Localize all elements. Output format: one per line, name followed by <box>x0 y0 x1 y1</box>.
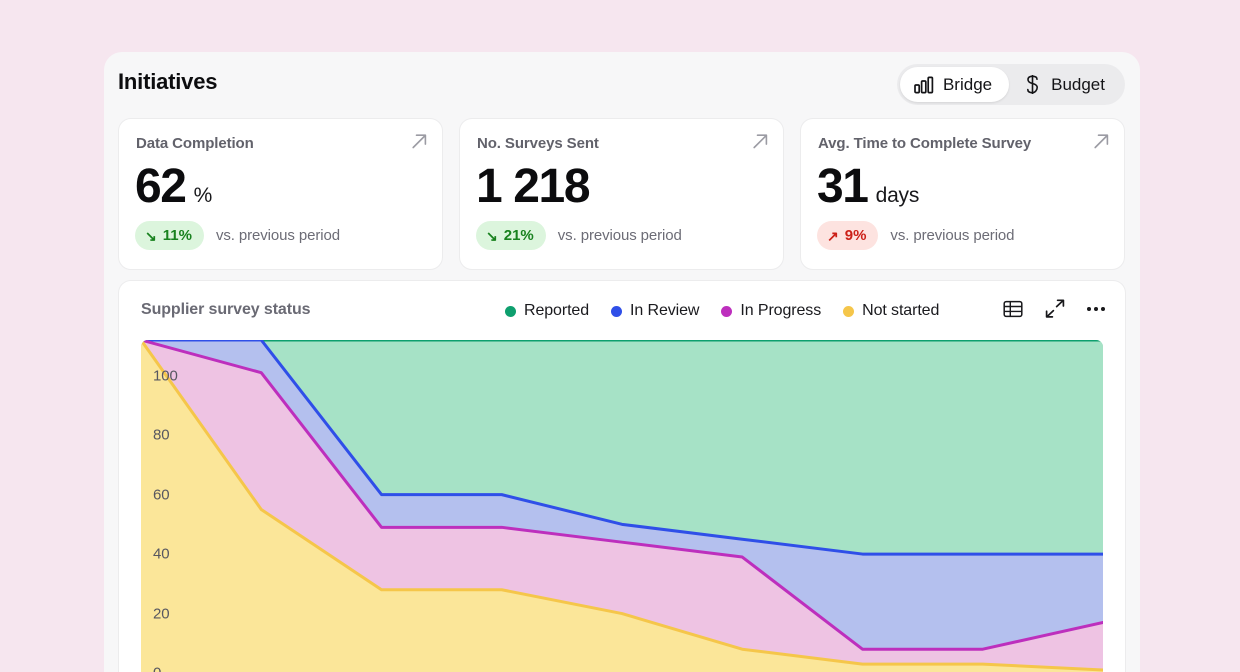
chart-legend: Reported In Review In Progress Not start… <box>505 302 939 320</box>
kpi-label: Avg. Time to Complete Survey <box>818 135 1031 152</box>
stacked-area-plot: 020406080100 <box>141 340 1103 672</box>
kpi-unit: % <box>194 184 212 208</box>
kpi-value-group: 31 days <box>817 163 919 211</box>
kpi-compare-label: vs. previous period <box>890 227 1014 244</box>
initiatives-panel: Initiatives Bridge <box>104 52 1140 672</box>
arrow-up-right-icon: ↗ <box>827 229 839 243</box>
kpi-card-surveys-sent: No. Surveys Sent 1 218 ↘ 21% vs. previou… <box>459 118 784 270</box>
kpi-compare-label: vs. previous period <box>216 227 340 244</box>
panel-header: Initiatives Bridge <box>104 52 1140 114</box>
table-view-icon[interactable] <box>1003 300 1023 318</box>
legend-dot-icon <box>721 306 732 317</box>
legend-dot-icon <box>843 306 854 317</box>
legend-label: In Progress <box>740 302 821 320</box>
kpi-label: Data Completion <box>136 135 254 152</box>
badge-value: 21% <box>504 227 534 244</box>
arrow-down-right-icon: ↘ <box>486 229 498 243</box>
kpi-footer: ↘ 21% vs. previous period <box>476 221 682 250</box>
legend-item-not-started[interactable]: Not started <box>843 302 939 320</box>
kpi-footer: ↗ 9% vs. previous period <box>817 221 1014 250</box>
page-title: Initiatives <box>118 69 217 95</box>
bar-chart-icon <box>914 76 934 94</box>
arrow-down-right-icon: ↘ <box>145 229 157 243</box>
dollar-icon <box>1023 74 1042 95</box>
status-badge: ↗ 9% <box>817 221 878 250</box>
legend-dot-icon <box>505 306 516 317</box>
badge-value: 11% <box>163 227 192 244</box>
kpi-compare-label: vs. previous period <box>558 227 682 244</box>
expand-arrow-icon[interactable] <box>410 133 428 151</box>
legend-item-in-progress[interactable]: In Progress <box>721 302 821 320</box>
status-badge: ↘ 11% <box>135 221 204 250</box>
legend-item-reported[interactable]: Reported <box>505 302 589 320</box>
tab-bridge-label: Bridge <box>943 76 992 93</box>
expand-arrow-icon[interactable] <box>1092 133 1110 151</box>
legend-label: Not started <box>862 302 939 320</box>
plot-svg <box>141 340 1103 672</box>
legend-dot-icon <box>611 306 622 317</box>
kpi-value-group: 62 % <box>135 163 212 211</box>
legend-label: In Review <box>630 302 699 320</box>
kpi-value: 62 <box>135 163 186 211</box>
chart-action-group <box>1003 299 1105 318</box>
tab-bridge[interactable]: Bridge <box>900 67 1009 102</box>
legend-label: Reported <box>524 302 589 320</box>
kpi-card-row: Data Completion 62 % ↘ 11% vs. previous … <box>118 118 1126 270</box>
badge-value: 9% <box>845 227 867 244</box>
status-badge: ↘ 21% <box>476 221 546 250</box>
kpi-value-group: 1 218 <box>476 163 597 211</box>
kpi-label: No. Surveys Sent <box>477 135 599 152</box>
chart-header: Supplier survey status Reported In Revie… <box>119 281 1125 340</box>
kpi-card-avg-time: Avg. Time to Complete Survey 31 days ↗ 9… <box>800 118 1125 270</box>
chart-title: Supplier survey status <box>141 301 310 319</box>
tab-budget[interactable]: Budget <box>1009 67 1122 102</box>
kpi-value: 1 218 <box>476 163 589 211</box>
expand-arrow-icon[interactable] <box>751 133 769 151</box>
tab-budget-label: Budget <box>1051 76 1105 93</box>
kpi-unit: days <box>876 184 920 208</box>
view-toggle-group: Bridge Budget <box>897 64 1125 105</box>
kpi-footer: ↘ 11% vs. previous period <box>135 221 340 250</box>
supplier-survey-status-chart-card: Supplier survey status Reported In Revie… <box>118 280 1126 672</box>
kpi-value: 31 <box>817 163 868 211</box>
expand-icon[interactable] <box>1045 299 1065 318</box>
kpi-card-data-completion: Data Completion 62 % ↘ 11% vs. previous … <box>118 118 443 270</box>
more-options-icon[interactable] <box>1087 307 1105 311</box>
legend-item-in-review[interactable]: In Review <box>611 302 699 320</box>
